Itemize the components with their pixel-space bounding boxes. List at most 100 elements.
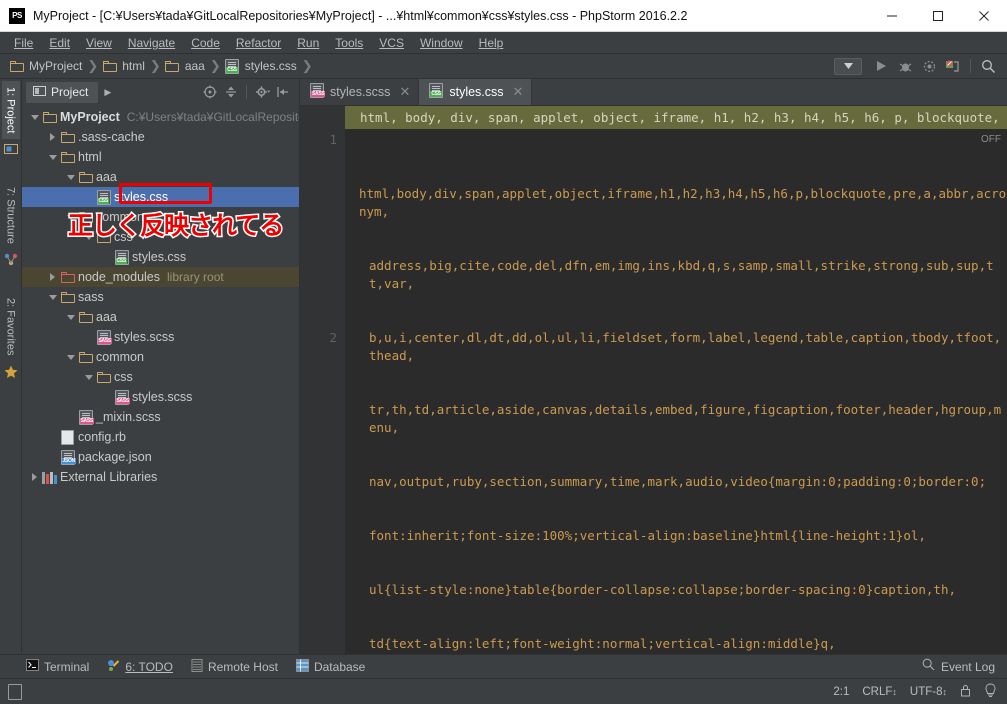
menu-file[interactable]: File: [6, 34, 41, 52]
menu-refactor[interactable]: Refactor: [228, 34, 289, 52]
project-icon: [33, 85, 46, 100]
tree-node-sass-common[interactable]: common: [22, 347, 299, 367]
project-panel-expand-icon[interactable]: ▶: [104, 87, 111, 98]
file-encoding[interactable]: UTF-8↕: [910, 686, 947, 698]
breadcrumb-html[interactable]: html ❯: [101, 58, 164, 74]
twisty-down-icon[interactable]: [28, 114, 41, 120]
tree-node-label: MyProject: [60, 110, 120, 124]
breadcrumb-aaa[interactable]: aaa ❯: [164, 58, 224, 74]
inspection-status-badge[interactable]: OFF: [981, 131, 1001, 149]
menu-edit[interactable]: Edit: [41, 34, 78, 52]
caret-position[interactable]: 2:1: [833, 686, 849, 698]
twisty-right-icon[interactable]: [46, 133, 59, 141]
line-separator[interactable]: CRLF↕: [862, 686, 897, 698]
target-icon[interactable]: [200, 82, 220, 102]
sidebar-item-favorites[interactable]: 2: Favorites: [2, 292, 20, 361]
twisty-right-icon[interactable]: [46, 273, 59, 281]
twisty-down-icon[interactable]: [64, 214, 77, 220]
tree-node-html-common-css[interactable]: css: [22, 227, 299, 247]
minimize-button[interactable]: [869, 0, 915, 32]
menu-help[interactable]: Help: [471, 34, 512, 52]
menu-run[interactable]: Run: [289, 34, 327, 52]
toggle-toolwindows-icon[interactable]: [8, 683, 22, 700]
close-icon[interactable]: ✕: [513, 84, 524, 100]
toolwindow-remote-host[interactable]: Remote Host: [191, 658, 278, 675]
lock-icon[interactable]: [960, 684, 971, 700]
tree-node-label: css: [114, 370, 133, 384]
twisty-down-icon[interactable]: [64, 174, 77, 180]
editor-tab-styles-css[interactable]: CSS styles.css ✕: [419, 79, 533, 105]
menu-view[interactable]: View: [78, 34, 120, 52]
folder-icon: [59, 291, 76, 303]
editor-tab-styles-scss[interactable]: SASS styles.scss ✕: [300, 79, 420, 105]
tree-node-html-common-css-styles-css[interactable]: CSS styles.css: [22, 247, 299, 267]
menu-vcs[interactable]: VCS: [371, 34, 412, 52]
tree-node-html[interactable]: html: [22, 147, 299, 167]
event-log-button[interactable]: Event Log: [922, 658, 1007, 676]
tree-node-label: aaa: [96, 170, 117, 184]
tree-node-html-common[interactable]: common: [22, 207, 299, 227]
breadcrumb-myproject[interactable]: MyProject ❯: [8, 58, 101, 74]
run-configuration-dropdown[interactable]: [834, 57, 862, 75]
close-button[interactable]: [961, 0, 1007, 32]
sidebar-item-project[interactable]: 1: Project: [1, 81, 20, 140]
run-with-coverage-button[interactable]: [918, 56, 940, 76]
tree-node-sass-common-css[interactable]: css: [22, 367, 299, 387]
menu-window[interactable]: Window: [412, 34, 471, 52]
editor-tab-label: styles.scss: [330, 85, 391, 99]
tree-node-sass-common-css-styles-scss[interactable]: SASS styles.scss: [22, 387, 299, 407]
twisty-down-icon[interactable]: [46, 154, 59, 160]
hide-icon[interactable]: [273, 82, 293, 102]
tree-node-package-json[interactable]: JSON package.json: [22, 447, 299, 467]
tree-node-sass[interactable]: sass: [22, 287, 299, 307]
twisty-down-icon[interactable]: [46, 294, 59, 300]
collapse-icon[interactable]: [221, 82, 241, 102]
tree-node-label: common: [96, 350, 144, 364]
menu-navigate[interactable]: Navigate: [120, 34, 183, 52]
gear-icon[interactable]: [252, 82, 272, 102]
tree-node-label: styles.scss: [132, 390, 193, 404]
tree-node-styles-css-selected[interactable]: CSS styles.css: [22, 187, 299, 207]
tree-node-label: package.json: [78, 450, 152, 464]
status-bar-right: 2:1 CRLF↕ UTF-8↕: [833, 683, 1007, 700]
twisty-right-icon[interactable]: [28, 473, 41, 481]
project-panel-tab[interactable]: Project: [26, 81, 99, 103]
tree-node-external-libraries[interactable]: External Libraries: [22, 467, 299, 487]
code-editor[interactable]: OFF html,body,div,span,applet,object,ifr…: [345, 129, 1007, 654]
toolwindow-terminal[interactable]: Terminal: [26, 659, 89, 674]
close-icon[interactable]: ✕: [399, 84, 410, 100]
tree-node-myproject[interactable]: MyProject C:¥Users¥tada¥GitLocalReposito…: [22, 107, 299, 127]
inspection-icon[interactable]: [984, 683, 997, 700]
code-line: b,u,i,center,dl,dt,dd,ol,ul,li,fieldset,…: [369, 330, 1002, 363]
toolwindow-todo[interactable]: 6: TODO: [107, 659, 173, 675]
run-button[interactable]: [870, 56, 892, 76]
folder-icon: [59, 131, 76, 143]
status-bar: 2:1 CRLF↕ UTF-8↕: [0, 678, 1007, 704]
sass-file-icon: SASS: [113, 389, 130, 405]
maximize-button[interactable]: [915, 0, 961, 32]
tree-node-mixin-scss[interactable]: SASS _mixin.scss: [22, 407, 299, 427]
tree-node-sass-aaa[interactable]: aaa: [22, 307, 299, 327]
tree-node-sass-cache[interactable]: .sass-cache: [22, 127, 299, 147]
twisty-down-icon[interactable]: [64, 354, 77, 360]
search-everywhere-button[interactable]: [977, 56, 999, 76]
toolwindow-database[interactable]: Database: [296, 658, 365, 675]
tree-node-sass-aaa-styles-scss[interactable]: SASS styles.scss: [22, 327, 299, 347]
tree-node-html-aaa[interactable]: aaa: [22, 167, 299, 187]
menu-tools[interactable]: Tools: [327, 34, 371, 52]
tree-node-config-rb[interactable]: config.rb: [22, 427, 299, 447]
sidebar-item-structure[interactable]: 7: Structure: [2, 181, 20, 250]
debug-button[interactable]: [894, 56, 916, 76]
project-tree[interactable]: MyProject C:¥Users¥tada¥GitLocalReposito…: [22, 105, 299, 654]
twisty-down-icon[interactable]: [82, 234, 95, 240]
profile-button[interactable]: [942, 56, 964, 76]
folder-icon: [95, 231, 112, 243]
breadcrumb-styles-css[interactable]: CSS styles.css ❯: [224, 58, 316, 74]
line-number-gutter[interactable]: 1 2: [300, 129, 345, 654]
tree-node-node-modules[interactable]: node_modules library root: [22, 267, 299, 287]
sass-file-icon: SASS: [95, 329, 112, 345]
event-log-label: Event Log: [940, 659, 995, 674]
twisty-down-icon[interactable]: [64, 314, 77, 320]
twisty-down-icon[interactable]: [82, 374, 95, 380]
menu-code[interactable]: Code: [183, 34, 228, 52]
